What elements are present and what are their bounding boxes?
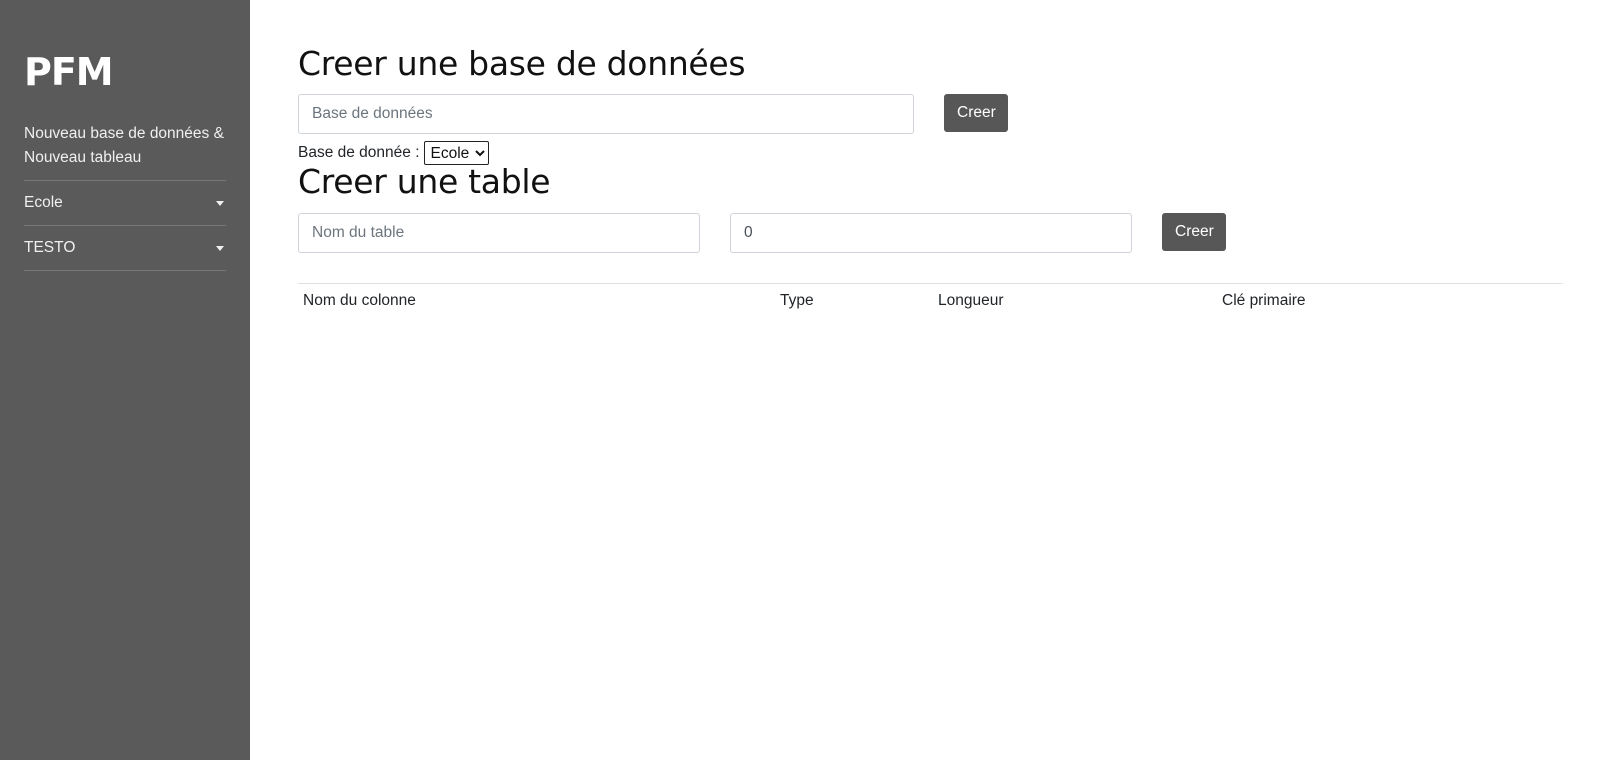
create-database-button[interactable]: Creer: [944, 94, 1008, 132]
column-header-name: Nom du colonne: [303, 292, 416, 309]
column-header-length: Longueur: [938, 292, 1004, 309]
sidebar-link-new-database-table[interactable]: Nouveau base de données & Nouveau tablea…: [24, 122, 226, 181]
sidebar-item-testo[interactable]: TESTO: [24, 226, 226, 271]
database-name-input[interactable]: [298, 94, 914, 134]
sidebar-item-label: Ecole: [24, 194, 63, 211]
database-select-label: Base de donnée :: [298, 144, 420, 161]
table-divider: [298, 283, 1563, 284]
sidebar-item-ecole[interactable]: Ecole: [24, 181, 226, 226]
table-name-input[interactable]: [298, 213, 700, 253]
sidebar-item-label: TESTO: [24, 239, 76, 256]
brand-logo: PFM: [24, 50, 114, 94]
column-header-primary-key: Clé primaire: [1222, 292, 1306, 309]
create-table-title: Creer une table: [298, 162, 551, 201]
column-count-input[interactable]: [730, 213, 1132, 253]
columns-table-header: Nom du colonne Type Longueur Clé primair…: [298, 292, 1563, 316]
caret-down-icon: [216, 200, 224, 206]
column-header-type: Type: [780, 292, 814, 309]
caret-down-icon: [216, 245, 224, 251]
create-database-title: Creer une base de données: [298, 44, 746, 83]
sidebar: PFM Nouveau base de données & Nouveau ta…: [0, 0, 250, 760]
create-table-button[interactable]: Creer: [1162, 213, 1226, 251]
